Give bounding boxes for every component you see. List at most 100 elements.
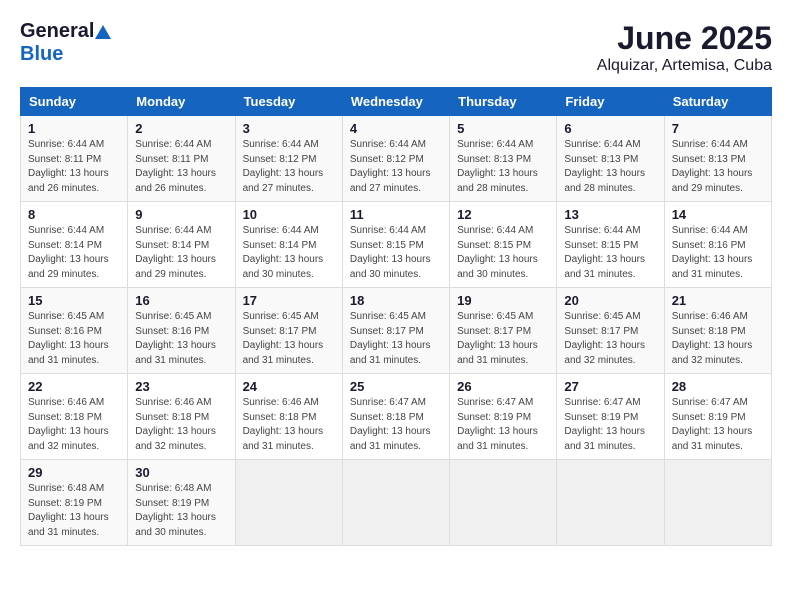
day-info: Sunrise: 6:44 AM Sunset: 8:12 PM Dayligh… xyxy=(243,138,335,196)
day-info: Sunrise: 6:44 AM Sunset: 8:11 PM Dayligh… xyxy=(135,138,227,196)
calendar-day-cell: 13 Sunrise: 6:44 AM Sunset: 8:15 PM Dayli… xyxy=(557,202,664,288)
calendar-day-cell: 26 Sunrise: 6:47 AM Sunset: 8:19 PM Dayli… xyxy=(450,374,557,460)
calendar-day-cell: 4Sunrise: 6:44 AM Sunset: 8:12 PM Daylig… xyxy=(342,116,449,202)
calendar-day-cell: 19 Sunrise: 6:45 AM Sunset: 8:17 PM Dayli… xyxy=(450,288,557,374)
calendar-table: Sunday Monday Tuesday Wednesday Thursday… xyxy=(20,87,772,546)
col-monday: Monday xyxy=(128,88,235,116)
day-number: 12 xyxy=(457,207,549,222)
title-block: June 2025 Alquizar, Artemisa, Cuba xyxy=(597,20,772,75)
day-info: Sunrise: 6:45 AM Sunset: 8:17 PM Dayligh… xyxy=(350,310,442,368)
calendar-day-cell: 9 Sunrise: 6:44 AM Sunset: 8:14 PM Daylig… xyxy=(128,202,235,288)
day-info: Sunrise: 6:46 AM Sunset: 8:18 PM Dayligh… xyxy=(243,396,335,454)
calendar-day-cell xyxy=(450,460,557,546)
day-info: Sunrise: 6:48 AM Sunset: 8:19 PM Dayligh… xyxy=(135,482,227,540)
day-number: 29 xyxy=(28,465,120,480)
day-number: 1 xyxy=(28,121,120,136)
day-number: 30 xyxy=(135,465,227,480)
col-sunday: Sunday xyxy=(21,88,128,116)
calendar-day-cell: 20Sunrise: 6:45 AM Sunset: 8:17 PM Dayli… xyxy=(557,288,664,374)
calendar-day-cell: 30 Sunrise: 6:48 AM Sunset: 8:19 PM Dayli… xyxy=(128,460,235,546)
calendar-day-cell: 1 Sunrise: 6:44 AM Sunset: 8:11 PM Daylig… xyxy=(21,116,128,202)
day-info: Sunrise: 6:44 AM Sunset: 8:12 PM Dayligh… xyxy=(350,138,442,196)
logo-general: General xyxy=(20,20,94,43)
day-info: Sunrise: 6:44 AM Sunset: 8:15 PM Dayligh… xyxy=(350,224,442,282)
calendar-week-row: 29 Sunrise: 6:48 AM Sunset: 8:19 PM Dayli… xyxy=(21,460,772,546)
day-info: Sunrise: 6:45 AM Sunset: 8:17 PM Dayligh… xyxy=(564,310,656,368)
day-number: 25 xyxy=(350,379,442,394)
day-number: 21 xyxy=(672,293,764,308)
calendar-day-cell: 15Sunrise: 6:45 AM Sunset: 8:16 PM Dayli… xyxy=(21,288,128,374)
calendar-day-cell: 24Sunrise: 6:46 AM Sunset: 8:18 PM Dayli… xyxy=(235,374,342,460)
day-number: 22 xyxy=(28,379,120,394)
day-info: Sunrise: 6:44 AM Sunset: 8:13 PM Dayligh… xyxy=(564,138,656,196)
day-number: 11 xyxy=(350,207,442,222)
page-header: General Blue June 2025 Alquizar, Artemis… xyxy=(20,20,772,75)
calendar-day-cell: 6Sunrise: 6:44 AM Sunset: 8:13 PM Daylig… xyxy=(557,116,664,202)
calendar-day-cell: 27 Sunrise: 6:47 AM Sunset: 8:19 PM Dayli… xyxy=(557,374,664,460)
day-info: Sunrise: 6:44 AM Sunset: 8:15 PM Dayligh… xyxy=(564,224,656,282)
col-saturday: Saturday xyxy=(664,88,771,116)
day-info: Sunrise: 6:45 AM Sunset: 8:17 PM Dayligh… xyxy=(457,310,549,368)
calendar-day-cell: 23 Sunrise: 6:46 AM Sunset: 8:18 PM Dayli… xyxy=(128,374,235,460)
day-info: Sunrise: 6:47 AM Sunset: 8:18 PM Dayligh… xyxy=(350,396,442,454)
calendar-title: June 2025 xyxy=(597,20,772,57)
calendar-day-cell: 14 Sunrise: 6:44 AM Sunset: 8:16 PM Dayli… xyxy=(664,202,771,288)
day-info: Sunrise: 6:44 AM Sunset: 8:14 PM Dayligh… xyxy=(28,224,120,282)
day-number: 23 xyxy=(135,379,227,394)
day-number: 18 xyxy=(350,293,442,308)
calendar-day-cell: 16Sunrise: 6:45 AM Sunset: 8:16 PM Dayli… xyxy=(128,288,235,374)
calendar-header-row: Sunday Monday Tuesday Wednesday Thursday… xyxy=(21,88,772,116)
day-number: 8 xyxy=(28,207,120,222)
day-info: Sunrise: 6:44 AM Sunset: 8:11 PM Dayligh… xyxy=(28,138,120,196)
day-info: Sunrise: 6:45 AM Sunset: 8:16 PM Dayligh… xyxy=(28,310,120,368)
day-number: 14 xyxy=(672,207,764,222)
day-info: Sunrise: 6:46 AM Sunset: 8:18 PM Dayligh… xyxy=(28,396,120,454)
day-number: 10 xyxy=(243,207,335,222)
day-info: Sunrise: 6:44 AM Sunset: 8:15 PM Dayligh… xyxy=(457,224,549,282)
calendar-day-cell xyxy=(664,460,771,546)
col-wednesday: Wednesday xyxy=(342,88,449,116)
day-info: Sunrise: 6:44 AM Sunset: 8:16 PM Dayligh… xyxy=(672,224,764,282)
day-info: Sunrise: 6:44 AM Sunset: 8:14 PM Dayligh… xyxy=(243,224,335,282)
day-number: 17 xyxy=(243,293,335,308)
logo-blue: Blue xyxy=(20,43,63,66)
calendar-week-row: 1 Sunrise: 6:44 AM Sunset: 8:11 PM Daylig… xyxy=(21,116,772,202)
calendar-day-cell: 3 Sunrise: 6:44 AM Sunset: 8:12 PM Daylig… xyxy=(235,116,342,202)
day-info: Sunrise: 6:47 AM Sunset: 8:19 PM Dayligh… xyxy=(672,396,764,454)
calendar-day-cell: 29Sunrise: 6:48 AM Sunset: 8:19 PM Dayli… xyxy=(21,460,128,546)
calendar-day-cell: 11 Sunrise: 6:44 AM Sunset: 8:15 PM Dayli… xyxy=(342,202,449,288)
calendar-day-cell: 7Sunrise: 6:44 AM Sunset: 8:13 PM Daylig… xyxy=(664,116,771,202)
col-friday: Friday xyxy=(557,88,664,116)
calendar-week-row: 22 Sunrise: 6:46 AM Sunset: 8:18 PM Dayli… xyxy=(21,374,772,460)
calendar-day-cell: 21Sunrise: 6:46 AM Sunset: 8:18 PM Dayli… xyxy=(664,288,771,374)
calendar-week-row: 15Sunrise: 6:45 AM Sunset: 8:16 PM Dayli… xyxy=(21,288,772,374)
logo: General Blue xyxy=(20,20,114,66)
col-tuesday: Tuesday xyxy=(235,88,342,116)
day-number: 5 xyxy=(457,121,549,136)
day-number: 19 xyxy=(457,293,549,308)
calendar-day-cell: 18 Sunrise: 6:45 AM Sunset: 8:17 PM Dayli… xyxy=(342,288,449,374)
logo-icon xyxy=(94,23,112,41)
day-info: Sunrise: 6:46 AM Sunset: 8:18 PM Dayligh… xyxy=(135,396,227,454)
calendar-day-cell xyxy=(235,460,342,546)
calendar-week-row: 8 Sunrise: 6:44 AM Sunset: 8:14 PM Daylig… xyxy=(21,202,772,288)
day-info: Sunrise: 6:44 AM Sunset: 8:13 PM Dayligh… xyxy=(672,138,764,196)
day-number: 13 xyxy=(564,207,656,222)
day-number: 27 xyxy=(564,379,656,394)
day-info: Sunrise: 6:44 AM Sunset: 8:14 PM Dayligh… xyxy=(135,224,227,282)
day-info: Sunrise: 6:45 AM Sunset: 8:16 PM Dayligh… xyxy=(135,310,227,368)
day-number: 28 xyxy=(672,379,764,394)
calendar-day-cell xyxy=(557,460,664,546)
day-number: 3 xyxy=(243,121,335,136)
calendar-day-cell: 17Sunrise: 6:45 AM Sunset: 8:17 PM Dayli… xyxy=(235,288,342,374)
calendar-day-cell: 2 Sunrise: 6:44 AM Sunset: 8:11 PM Daylig… xyxy=(128,116,235,202)
calendar-day-cell: 8 Sunrise: 6:44 AM Sunset: 8:14 PM Daylig… xyxy=(21,202,128,288)
calendar-day-cell: 12 Sunrise: 6:44 AM Sunset: 8:15 PM Dayli… xyxy=(450,202,557,288)
day-number: 9 xyxy=(135,207,227,222)
day-info: Sunrise: 6:47 AM Sunset: 8:19 PM Dayligh… xyxy=(564,396,656,454)
calendar-day-cell: 28 Sunrise: 6:47 AM Sunset: 8:19 PM Dayli… xyxy=(664,374,771,460)
day-info: Sunrise: 6:47 AM Sunset: 8:19 PM Dayligh… xyxy=(457,396,549,454)
day-number: 2 xyxy=(135,121,227,136)
day-number: 26 xyxy=(457,379,549,394)
calendar-day-cell: 10 Sunrise: 6:44 AM Sunset: 8:14 PM Dayli… xyxy=(235,202,342,288)
